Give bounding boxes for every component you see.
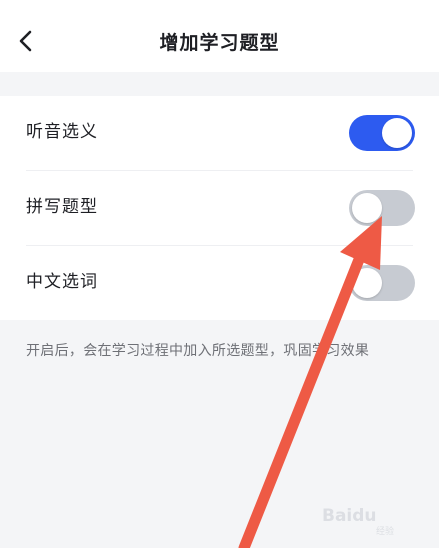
- toggle-switch[interactable]: [349, 265, 415, 301]
- settings-list: 听音选义 拼写题型 中文选词: [0, 96, 439, 320]
- toggle-switch[interactable]: [349, 190, 415, 226]
- watermark-sub: 经验: [376, 527, 395, 537]
- toggle-knob: [352, 193, 382, 223]
- setting-row-spelling: 拼写题型: [0, 171, 439, 245]
- setting-label: 拼写题型: [26, 197, 98, 217]
- setting-row-listen-choose-meaning: 听音选义: [0, 96, 439, 170]
- page-title: 增加学习题型: [159, 32, 280, 54]
- setting-row-chinese-choose-word: 中文选词: [0, 246, 439, 320]
- toggle-switch[interactable]: [349, 115, 415, 151]
- section-gap: [0, 72, 439, 96]
- watermark-logo: Baidu: [322, 506, 377, 526]
- setting-label: 中文选词: [26, 272, 98, 292]
- toggle-knob: [382, 118, 412, 148]
- setting-label: 听音选义: [26, 122, 98, 142]
- toggle-knob: [352, 268, 382, 298]
- top-bar: 增加学习题型: [0, 0, 439, 72]
- watermark: Baidu 经验: [322, 496, 432, 537]
- hint-text: 开启后，会在学习过程中加入所选题型，巩固学习效果: [26, 343, 370, 359]
